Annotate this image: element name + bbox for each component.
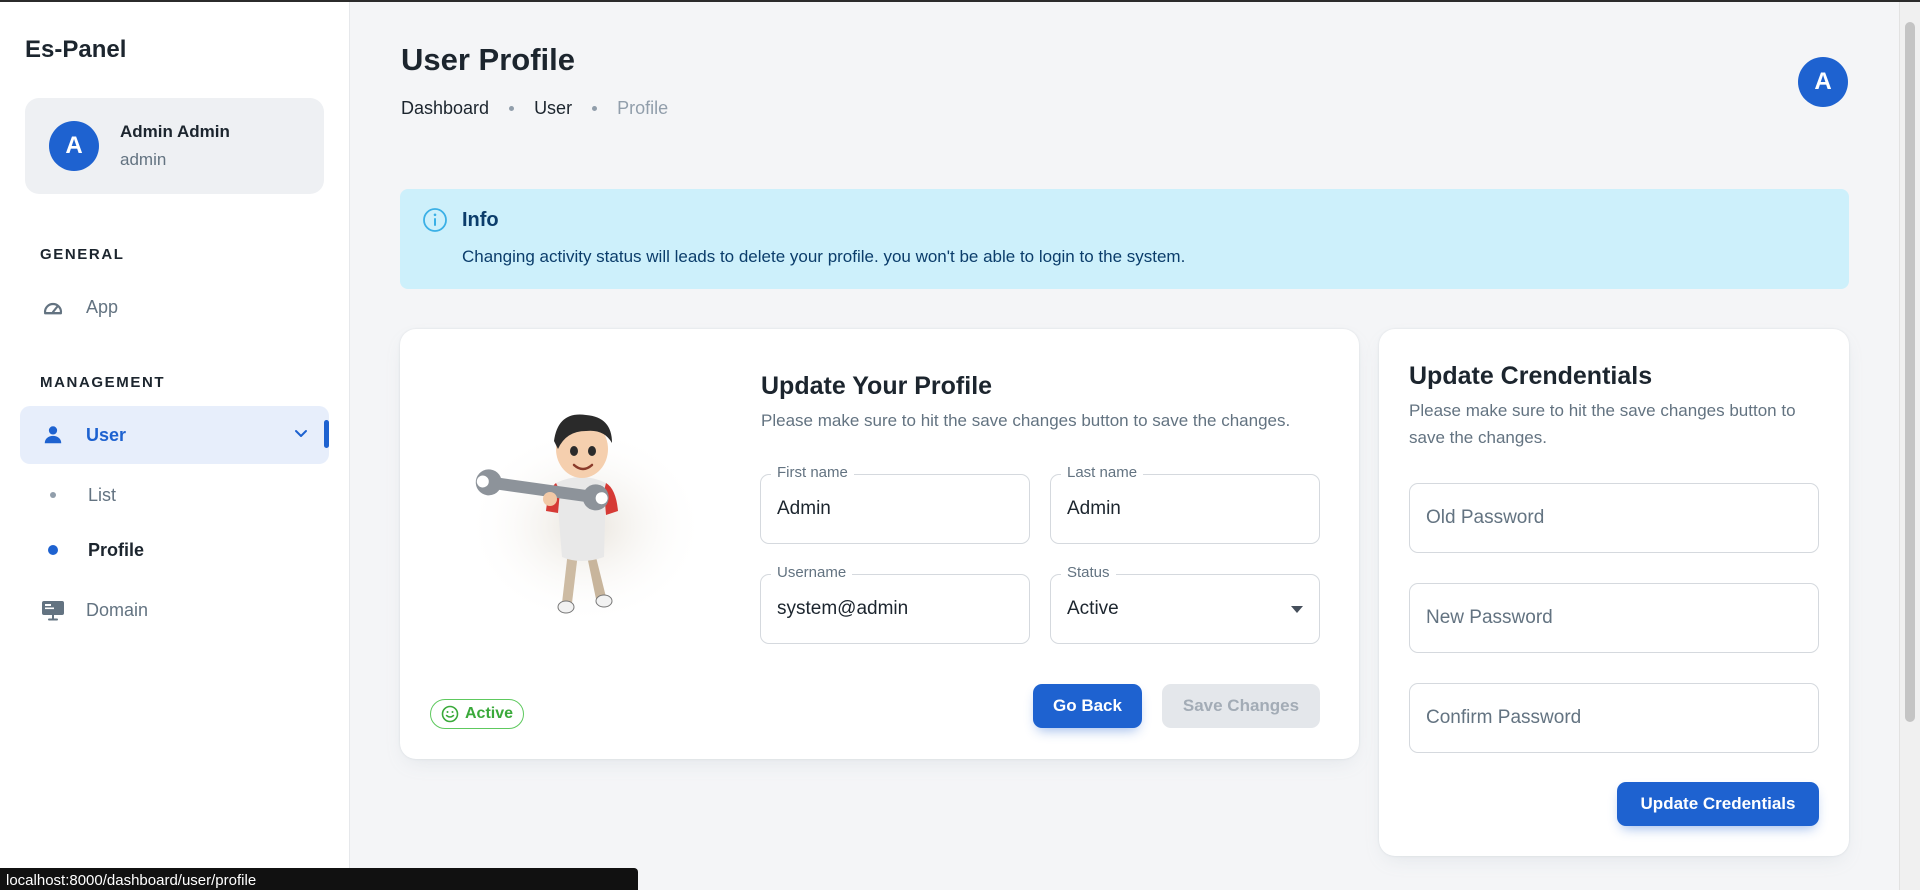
status-badge-label: Active	[465, 705, 514, 722]
dashboard-gauge-icon	[40, 294, 66, 320]
username-input[interactable]	[777, 575, 1013, 643]
monitor-icon	[40, 597, 66, 623]
credentials-card-title: Update Crendentials	[1409, 362, 1653, 390]
person-icon	[40, 422, 66, 448]
account-avatar: A	[49, 121, 99, 171]
profile-card-title: Update Your Profile	[761, 372, 993, 400]
sidebar-item-domain-label: Domain	[86, 599, 149, 620]
info-icon	[422, 207, 448, 238]
active-indicator	[324, 420, 329, 448]
username-field[interactable]: Username	[760, 564, 1030, 644]
sidebar-item-app-label: App	[86, 296, 119, 317]
new-password-input[interactable]	[1426, 584, 1802, 652]
first-name-input[interactable]	[777, 475, 1013, 543]
sidebar: Es-Panel A Admin Admin admin GENERAL App…	[0, 2, 350, 890]
status-select-value: Active	[1067, 598, 1119, 619]
page-title: User Profile	[401, 42, 576, 77]
account-role: admin	[120, 150, 167, 169]
scrollbar-thumb[interactable]	[1905, 22, 1915, 722]
profile-card: Active Update Your Profile Please make s…	[400, 329, 1359, 759]
alert-title: Info	[462, 209, 499, 231]
credentials-card: Update Crendentials Please make sure to …	[1379, 329, 1849, 856]
chevron-down-icon	[293, 425, 309, 446]
caret-down-icon	[1291, 606, 1303, 613]
breadcrumb-separator	[592, 106, 598, 111]
old-password-input[interactable]	[1426, 484, 1802, 552]
update-credentials-button[interactable]: Update Credentials	[1617, 782, 1819, 826]
sidebar-item-user-label: User	[86, 424, 127, 445]
header-avatar[interactable]: A	[1798, 57, 1848, 107]
breadcrumb-separator	[509, 106, 515, 111]
sidebar-item-profile-label: Profile	[88, 539, 145, 560]
confirm-password-input[interactable]	[1426, 684, 1802, 752]
breadcrumb-profile: Profile	[617, 98, 669, 118]
profile-card-subtitle: Please make sure to hit the save changes…	[761, 411, 1291, 430]
breadcrumb: Dashboard User Profile	[401, 98, 668, 119]
status-bar-url: localhost:8000/dashboard/user/profile	[0, 868, 638, 890]
sidebar-item-domain[interactable]: Domain	[20, 581, 329, 639]
smile-icon	[441, 705, 459, 723]
bullet-dot-icon	[48, 545, 58, 555]
scrollbar[interactable]	[1899, 2, 1920, 890]
save-changes-button[interactable]: Save Changes	[1162, 684, 1320, 728]
account-name: Admin Admin	[120, 122, 230, 141]
last-name-input[interactable]	[1067, 475, 1303, 543]
nav-heading-general: GENERAL	[40, 246, 125, 263]
breadcrumb-user[interactable]: User	[534, 98, 572, 119]
sidebar-item-list[interactable]: List	[40, 475, 116, 515]
profile-illustration	[436, 371, 706, 631]
new-password-field[interactable]	[1409, 583, 1819, 653]
alert-message: Changing activity status will leads to d…	[462, 247, 1186, 266]
status-select[interactable]: Status Active	[1050, 564, 1320, 644]
sidebar-item-app[interactable]: App	[20, 278, 329, 336]
bullet-dot-icon	[50, 492, 56, 498]
status-badge: Active	[430, 699, 525, 729]
last-name-field[interactable]: Last name	[1050, 464, 1320, 544]
info-alert: Info Changing activity status will leads…	[400, 189, 1849, 289]
sidebar-item-list-label: List	[88, 484, 117, 505]
brand-logo-text[interactable]: Es-Panel	[25, 36, 126, 64]
sidebar-item-profile[interactable]: Profile	[40, 530, 144, 570]
confirm-password-field[interactable]	[1409, 683, 1819, 753]
old-password-field[interactable]	[1409, 483, 1819, 553]
breadcrumb-dashboard[interactable]: Dashboard	[401, 98, 489, 119]
credentials-card-subtitle: Please make sure to hit the save changes…	[1409, 401, 1796, 447]
nav-heading-management: MANAGEMENT	[40, 374, 166, 391]
sidebar-item-user[interactable]: User	[20, 406, 329, 464]
account-card[interactable]: A Admin Admin admin	[25, 98, 324, 194]
first-name-field[interactable]: First name	[760, 464, 1030, 544]
go-back-button[interactable]: Go Back	[1033, 684, 1142, 728]
